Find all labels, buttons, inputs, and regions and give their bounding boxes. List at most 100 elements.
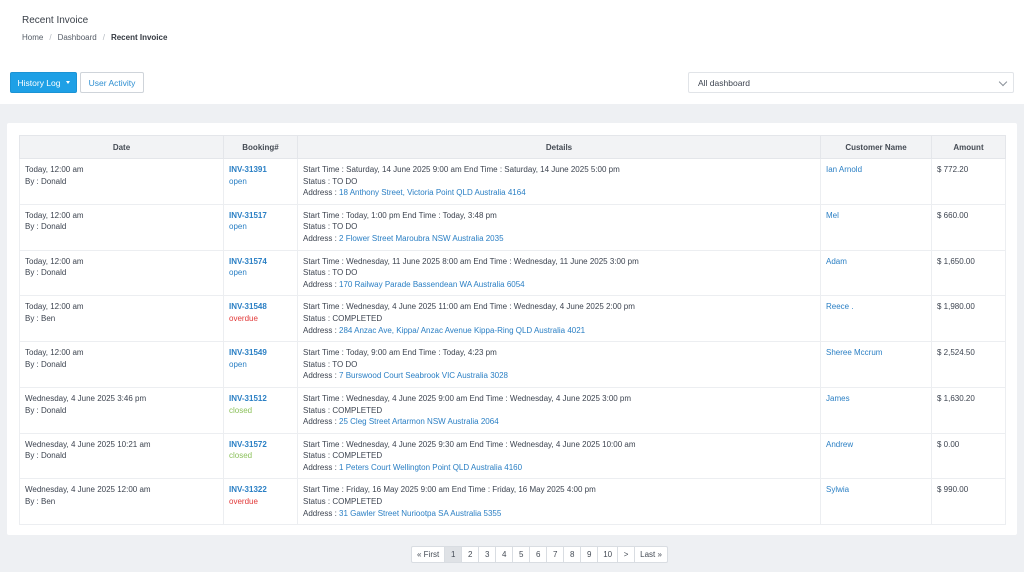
booking-link[interactable]: INV-31391 (229, 164, 292, 176)
details-time: Start Time : Wednesday, 11 June 2025 8:0… (303, 256, 639, 266)
page-button[interactable]: 2 (462, 547, 480, 562)
customer-link[interactable]: Reece . (826, 301, 926, 313)
table-row[interactable]: Today, 12:00 am By : Donald INV-31549 open S… (19, 341, 1006, 388)
column-header-details[interactable]: Details (297, 135, 821, 159)
column-header-booking[interactable]: Booking# (223, 135, 298, 159)
page-button[interactable]: 8 (564, 547, 582, 562)
booking-link[interactable]: INV-31548 (229, 301, 292, 313)
amount-value: $ 0.00 (937, 439, 960, 449)
address-label: Address : (303, 462, 340, 472)
page-button[interactable]: 9 (581, 547, 599, 562)
breadcrumb-home[interactable]: Home (22, 33, 43, 42)
cell-date: Today, 12:00 am By : Ben (19, 295, 224, 343)
booking-link[interactable]: INV-31512 (229, 393, 292, 405)
customer-link[interactable]: Andrew (826, 439, 926, 451)
page-button[interactable]: 10 (598, 547, 619, 562)
cell-customer: Sylwia (820, 478, 932, 526)
page-button[interactable]: 5 (513, 547, 531, 562)
dashboard-select-value: All dashboard (698, 77, 750, 88)
cell-details: Start Time : Saturday, 14 June 2025 9:00… (297, 158, 821, 205)
cell-date: Today, 12:00 am By : Donald (19, 249, 224, 297)
chevron-down-icon (998, 77, 1008, 87)
amount-value: $ 660.00 (937, 210, 969, 220)
booking-link[interactable]: INV-31517 (229, 210, 292, 222)
amount-value: $ 2,524.50 (937, 348, 975, 358)
address-link[interactable]: 2 Flower Street Maroubra NSW Australia 2… (339, 234, 504, 243)
address-label: Address : (303, 417, 340, 427)
page-button[interactable]: > (618, 547, 636, 562)
dashboard-select[interactable]: All dashboard (688, 72, 1014, 93)
table-row[interactable]: Wednesday, 4 June 2025 10:21 am By : Dona… (19, 432, 1006, 480)
amount-value: $ 772.20 (937, 165, 969, 174)
page-button[interactable]: 1 (445, 547, 463, 562)
booking-link[interactable]: INV-31322 (229, 484, 292, 496)
breadcrumb-dashboard[interactable]: Dashboard (58, 33, 97, 42)
customer-link[interactable]: Adam (826, 256, 926, 268)
cell-amount: $ 990.00 (931, 478, 1006, 526)
table-row[interactable]: Wednesday, 4 June 2025 12:00 am By : Ben I… (19, 478, 1006, 526)
cell-amount: $ 1,650.00 (931, 249, 1006, 297)
page-header: Recent Invoice Home / Dashboard / Recent… (0, 0, 1024, 104)
booking-link[interactable]: INV-31574 (229, 256, 292, 268)
address-link[interactable]: 1 Peters Court Wellington Point QLD Aust… (339, 463, 522, 472)
page-button[interactable]: 3 (479, 547, 497, 562)
row-date: Wednesday, 4 June 2025 3:46 pm (25, 393, 147, 403)
customer-link[interactable]: Sylwia (826, 484, 926, 496)
booking-status: open (229, 359, 247, 369)
page-button[interactable]: 7 (547, 547, 565, 562)
user-activity-button[interactable]: User Activity (80, 72, 144, 93)
table-row[interactable]: Today, 12:00 am By : Donald INV-31574 open S… (19, 249, 1006, 297)
address-link[interactable]: 170 Railway Parade Bassendean WA Austral… (339, 280, 525, 289)
cell-date: Wednesday, 4 June 2025 3:46 pm By : Donal… (19, 386, 224, 434)
page-button[interactable]: « First (412, 547, 446, 562)
customer-link[interactable]: Mel (826, 210, 926, 222)
row-date: Today, 12:00 am (25, 210, 84, 220)
booking-status: closed (229, 405, 253, 415)
booking-link[interactable]: INV-31572 (229, 439, 292, 451)
details-address: Address : 2 Flower Street Maroubra NSW A… (303, 233, 815, 245)
address-link[interactable]: 31 Gawler Street Nuriootpa SA Australia … (339, 509, 501, 518)
customer-link[interactable]: Ian Arnold (826, 164, 926, 176)
table-row[interactable]: Wednesday, 4 June 2025 3:46 pm By : Donal… (19, 386, 1006, 434)
table-row[interactable]: Today, 12:00 am By : Donald INV-31517 open S… (19, 203, 1006, 251)
details-status: Status : COMPLETED (303, 313, 383, 323)
customer-link[interactable]: Sheree Mccrum (826, 347, 926, 359)
row-created-by: By : Donald (25, 359, 67, 369)
row-created-by: By : Donald (25, 268, 67, 278)
address-label: Address : (303, 325, 340, 335)
details-address: Address : 1 Peters Court Wellington Poin… (303, 462, 815, 474)
cell-amount: $ 772.20 (931, 158, 1006, 205)
cell-booking: INV-31391 open (223, 158, 298, 205)
page-button[interactable]: 4 (496, 547, 514, 562)
address-link[interactable]: 284 Anzac Ave, Kippa/ Anzac Avenue Kippa… (339, 326, 585, 335)
address-link[interactable]: 7 Burswood Court Seabrook VIC Australia … (339, 371, 508, 380)
page-button[interactable]: 6 (530, 547, 548, 562)
customer-link[interactable]: James (826, 393, 926, 405)
table-row[interactable]: Today, 12:00 am By : Donald INV-31391 open S… (19, 158, 1006, 205)
row-created-by: By : Donald (25, 222, 67, 232)
row-date: Today, 12:00 am (25, 165, 84, 174)
table-row[interactable]: Today, 12:00 am By : Ben INV-31548 overdue S… (19, 295, 1006, 343)
breadcrumb-separator: / (102, 33, 105, 42)
amount-value: $ 1,630.20 (937, 393, 975, 403)
address-link[interactable]: 18 Anthony Street, Victoria Point QLD Au… (339, 188, 526, 197)
column-header-amount[interactable]: Amount (931, 135, 1006, 159)
page-button[interactable]: Last » (635, 547, 667, 562)
details-time: Start Time : Wednesday, 4 June 2025 9:00… (303, 393, 632, 403)
booking-status: open (229, 222, 247, 232)
column-header-date[interactable]: Date (19, 135, 224, 159)
history-log-button[interactable]: History Log (10, 72, 77, 93)
row-created-by: By : Donald (25, 405, 67, 415)
booking-link[interactable]: INV-31549 (229, 347, 292, 359)
cell-details: Start Time : Today, 9:00 am End Time : T… (297, 341, 821, 388)
address-link[interactable]: 25 Cleg Street Artarmon NSW Australia 20… (339, 417, 499, 426)
details-address: Address : 25 Cleg Street Artarmon NSW Au… (303, 416, 815, 428)
details-status: Status : COMPLETED (303, 405, 383, 415)
cell-amount: $ 0.00 (931, 432, 1006, 480)
invoice-card: Date Booking# Details Customer Name Amou… (7, 123, 1017, 535)
column-header-customer[interactable]: Customer Name (820, 135, 932, 159)
cell-customer: Andrew (820, 432, 932, 480)
details-time: Start Time : Friday, 16 May 2025 9:00 am… (303, 485, 596, 495)
details-address: Address : 18 Anthony Street, Victoria Po… (303, 187, 815, 199)
details-address: Address : 7 Burswood Court Seabrook VIC … (303, 370, 815, 382)
